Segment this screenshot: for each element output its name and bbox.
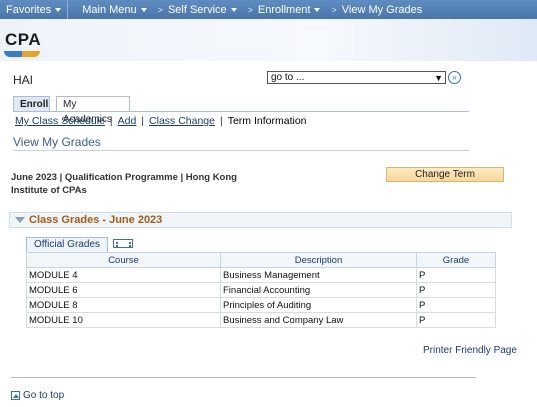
column-header-grade: Grade [416, 252, 496, 268]
sub-navigation: My Class Schedule | Add | Class Change | Term … [15, 115, 307, 127]
collapse-triangle-icon [15, 217, 25, 223]
breadcrumb-current: View My Grades [341, 3, 423, 16]
class-grades-header[interactable]: Class Grades - June 2023 [9, 212, 512, 228]
go-to-top-link[interactable]: Go to top [11, 390, 64, 401]
tab-enroll[interactable]: Enroll [13, 96, 50, 112]
favorites-menu[interactable]: Favorites [0, 0, 67, 19]
link-my-class-schedule[interactable]: My Class Schedule [15, 115, 105, 127]
grade-cell: P [416, 297, 496, 313]
breadcrumb-arrow-icon: > [157, 4, 163, 15]
chevron-down-icon [140, 7, 147, 12]
course-cell: MODULE 4 [26, 267, 221, 283]
description-cell: Financial Accounting [220, 282, 417, 298]
grade-cell: P [416, 312, 496, 328]
chevron-down-icon [230, 7, 237, 12]
user-name: HAI [13, 73, 34, 87]
link-term-information[interactable]: Term Information [228, 115, 307, 127]
top-navigation-bar: Favorites Main Menu > Self Service > Enr… [0, 0, 537, 19]
description-cell: Business Management [220, 267, 417, 283]
chevron-down-icon [314, 7, 321, 12]
printer-friendly-link[interactable]: Printer Friendly Page [423, 345, 517, 356]
table-row: MODULE 4 Business Management P [26, 267, 496, 283]
class-grades-title: Class Grades - June 2023 [29, 214, 163, 226]
grade-cell: P [416, 267, 496, 283]
column-header-description: Description [220, 252, 417, 268]
link-add[interactable]: Add [118, 115, 137, 127]
footer-divider [11, 377, 476, 378]
cpa-logo: CPA [5, 30, 42, 49]
breadcrumb-arrow-icon: > [247, 4, 253, 15]
title-divider [13, 150, 469, 151]
course-cell: MODULE 10 [26, 312, 221, 328]
header-banner: CPA [0, 19, 537, 61]
page-title: View My Grades [13, 135, 101, 149]
link-class-change[interactable]: Class Change [149, 115, 215, 127]
breadcrumb-arrow-icon: > [331, 4, 337, 15]
description-cell: Principles of Auditing [220, 297, 417, 313]
grade-cell: P [416, 282, 496, 298]
description-cell: Business and Company Law [220, 312, 417, 328]
course-cell: MODULE 8 [26, 297, 221, 313]
arrow-up-icon [11, 391, 20, 400]
change-term-button[interactable]: Change Term [386, 167, 504, 182]
tab-divider [13, 111, 469, 112]
program-info: June 2023 | Qualification Programme | Ho… [11, 172, 237, 196]
table-row: MODULE 10 Business and Company Law P [26, 312, 496, 328]
grades-table: Course Description Grade MODULE 4 Busine… [26, 252, 496, 328]
course-cell: MODULE 6 [26, 282, 221, 298]
tab-official-grades[interactable]: Official Grades [26, 237, 108, 252]
chevron-down-icon: ▼ [434, 73, 443, 83]
tab-my-academics[interactable]: My Academics [56, 96, 130, 125]
self-service-menu[interactable]: Self Service [168, 0, 243, 19]
goto-go-button[interactable]: » [448, 71, 461, 84]
chevron-down-icon [55, 7, 62, 12]
table-row: MODULE 8 Principles of Auditing P [26, 297, 496, 313]
show-all-columns-icon[interactable] [113, 239, 133, 248]
goto-dropdown[interactable]: go to ... ▼ [267, 71, 446, 84]
enrollment-menu[interactable]: Enrollment [258, 0, 327, 19]
logo-swoosh [4, 51, 40, 57]
column-header-course: Course [26, 252, 221, 268]
main-menu[interactable]: Main Menu [68, 0, 152, 19]
table-row: MODULE 6 Financial Accounting P [26, 282, 496, 298]
